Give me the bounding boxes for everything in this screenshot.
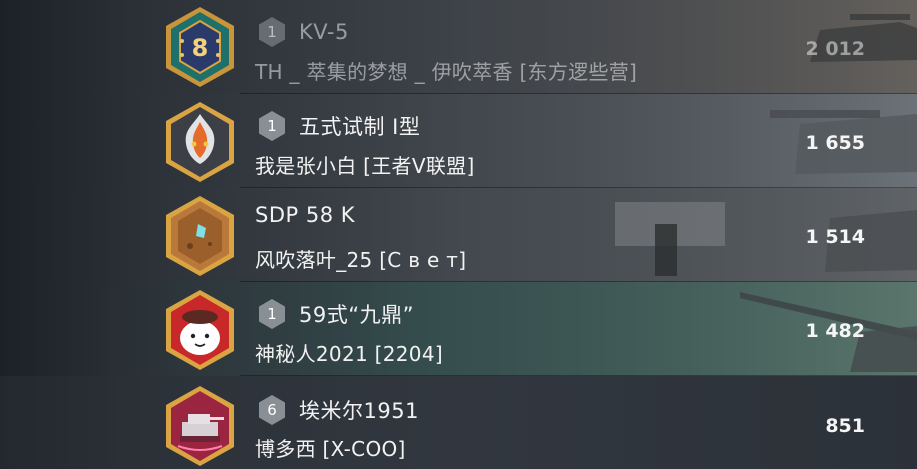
row-3-header: SDP 58 K (255, 203, 355, 227)
leaderboard-screen: 8 1 KV-5 TH _ 萃集的梦想 _ 伊吹萃香 [东方逻些营] 2 012 (0, 0, 917, 469)
leaderboard-row-5[interactable]: 6 埃米尔1951 博多西 [X-COO] 851 (0, 376, 917, 469)
row-2-header: 1 五式试制 I型 (255, 109, 420, 143)
row-background (0, 376, 917, 469)
score-value: 851 (825, 415, 865, 437)
tank-background-image (0, 282, 917, 376)
tier-number: 1 (267, 23, 277, 41)
leaderboard-row-2[interactable]: 1 五式试制 I型 我是张小白 [王者V联盟] 1 655 (0, 94, 917, 188)
vehicle-name: 五式试制 I型 (299, 115, 421, 139)
score-value: 1 655 (805, 132, 866, 154)
vehicle-name: 59式“九鼎” (299, 303, 414, 327)
tier-badge: 1 (255, 297, 289, 331)
player-name: 我是张小白 [王者V联盟] (255, 154, 475, 178)
score-value: 1 482 (805, 320, 866, 342)
row-4-header: 1 59式“九鼎” (255, 297, 414, 331)
tier-badge: 1 (255, 109, 289, 143)
leaderboard-row-4[interactable]: 1 59式“九鼎” 神秘人2021 [2204] 1 482 (0, 282, 917, 376)
leaderboard-row-1[interactable]: 8 1 KV-5 TH _ 萃集的梦想 _ 伊吹萃香 [东方逻些营] 2 012 (0, 0, 917, 94)
leaderboard-row-3[interactable]: SDP 58 K 风吹落叶_25 [С в е т] 1 514 (0, 188, 917, 282)
player-name: 风吹落叶_25 [С в е т] (255, 248, 467, 272)
score-value: 2 012 (805, 38, 866, 60)
tier-number: 6 (267, 401, 277, 419)
score-value: 1 514 (805, 226, 866, 248)
svg-text:8: 8 (192, 34, 209, 62)
player-name: 神秘人2021 [2204] (255, 342, 443, 366)
row-5-header: 6 埃米尔1951 (255, 393, 419, 427)
tier-number: 1 (267, 305, 277, 323)
vehicle-name: KV-5 (299, 20, 349, 44)
pink-tank-emblem-icon (162, 384, 238, 468)
vehicle-name: SDP 58 K (255, 203, 356, 227)
flame-dragon-emblem-icon (162, 100, 238, 184)
row-1-header: 1 KV-5 (255, 15, 349, 49)
player-name: 博多西 [X-COO] (255, 437, 406, 461)
rank-8-medal-icon: 8 (162, 5, 238, 89)
player-name: TH _ 萃集的梦想 _ 伊吹萃香 [东方逻些营] (255, 60, 638, 84)
tier-badge: 1 (255, 15, 289, 49)
tier-badge: 6 (255, 393, 289, 427)
vehicle-name: 埃米尔1951 (299, 399, 419, 423)
cartoon-face-avatar-icon (162, 288, 238, 372)
crystal-rock-emblem-icon (162, 194, 238, 278)
tier-number: 1 (267, 117, 277, 135)
